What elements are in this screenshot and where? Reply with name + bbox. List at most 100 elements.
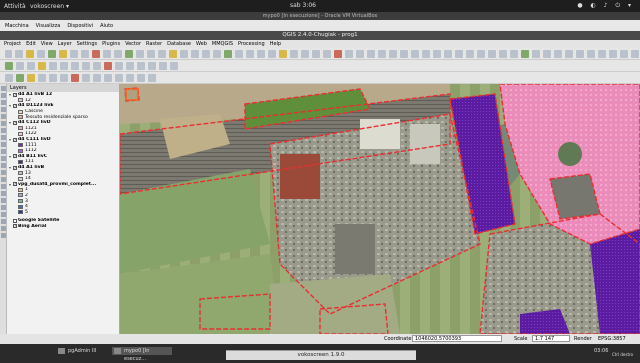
toolbar-tool-icon[interactable] <box>257 49 266 58</box>
toolbar-tool-icon[interactable] <box>630 49 639 58</box>
toolbar-tool-icon[interactable] <box>114 73 123 82</box>
toolbar-tool-icon[interactable] <box>158 49 167 58</box>
toolbar-tool-icon[interactable] <box>15 49 24 58</box>
toolbar-tool-icon[interactable] <box>81 49 90 58</box>
toolbar-tool-icon[interactable] <box>586 49 595 58</box>
toolbar-tool-icon[interactable] <box>476 49 485 58</box>
toolbar-tool-icon[interactable] <box>114 61 123 70</box>
add-layer-tool-icon[interactable] <box>1 219 6 224</box>
toolbar-tool-icon[interactable] <box>235 49 244 58</box>
toolbar-tool-icon[interactable] <box>70 49 79 58</box>
toolbar-tool-icon[interactable] <box>136 61 145 70</box>
toolbar-tool-icon[interactable] <box>136 49 145 58</box>
toolbar-tool-icon[interactable] <box>26 61 35 70</box>
toolbar-tool-icon[interactable] <box>542 49 551 58</box>
toolbar-tool-icon[interactable] <box>4 73 13 82</box>
add-layer-tool-icon[interactable] <box>1 100 6 105</box>
toolbar-tool-icon[interactable] <box>81 73 90 82</box>
toolbar-tool-icon[interactable] <box>410 49 419 58</box>
toolbar-tool-icon[interactable] <box>531 49 540 58</box>
toolbar-tool-icon[interactable] <box>37 61 46 70</box>
layer-visibility-checkbox[interactable]: ✓ <box>13 154 17 159</box>
toolbar-tool-icon[interactable] <box>388 49 397 58</box>
toolbar-tool-icon[interactable] <box>509 49 518 58</box>
toolbar-tool-icon[interactable] <box>301 49 310 58</box>
toolbar-tool-icon[interactable] <box>37 73 46 82</box>
toolbar-tool-icon[interactable] <box>345 49 353 58</box>
toolbar-tool-icon[interactable] <box>114 49 123 58</box>
toolbar-tool-icon[interactable] <box>202 49 211 58</box>
top-clock[interactable]: sab 3:06 <box>290 2 316 9</box>
layer-item[interactable]: ✓ Bing Aerial <box>7 224 119 230</box>
toolbar-tool-icon[interactable] <box>323 49 332 58</box>
layer-visibility-checkbox[interactable]: ✓ <box>13 92 17 97</box>
toolbar-tool-icon[interactable] <box>399 49 408 58</box>
add-layer-tool-icon[interactable] <box>1 107 6 112</box>
toolbar-tool-icon[interactable] <box>366 49 375 58</box>
qgis-menu-item[interactable]: MMQGIS <box>212 41 233 47</box>
toolbar-tool-icon[interactable] <box>465 49 474 58</box>
qgis-menu-item[interactable]: Plugins <box>102 41 120 47</box>
toolbar-tool-icon[interactable] <box>70 61 79 70</box>
toolbar-tool-icon[interactable] <box>224 49 233 58</box>
toolbar-tool-icon[interactable] <box>619 49 628 58</box>
coordinate-field[interactable]: 1046020,5700393 <box>412 335 502 342</box>
qgis-menu-item[interactable]: View <box>41 41 53 47</box>
toolbar-tool-icon[interactable] <box>37 49 46 58</box>
toolbar-tool-icon[interactable] <box>443 49 452 58</box>
toolbar-tool-icon[interactable] <box>498 49 507 58</box>
taskbar-item-pgadmin[interactable]: pgAdmin III <box>56 347 112 355</box>
map-canvas[interactable] <box>120 84 640 334</box>
activities-button[interactable]: Attività <box>4 3 26 10</box>
layer-visibility-checkbox[interactable]: ✓ <box>13 103 17 108</box>
toolbar-tool-icon[interactable] <box>597 49 606 58</box>
toolbar-tool-icon[interactable] <box>312 49 321 58</box>
toolbar-tool-icon[interactable] <box>103 73 112 82</box>
add-layer-tool-icon[interactable] <box>1 142 6 147</box>
add-layer-tool-icon[interactable] <box>1 233 6 238</box>
toolbar-tool-icon[interactable] <box>608 49 617 58</box>
toolbar-tool-icon[interactable] <box>136 73 145 82</box>
add-layer-tool-icon[interactable] <box>1 212 6 217</box>
qgis-menu-item[interactable]: Edit <box>26 41 36 47</box>
toolbar-tool-icon[interactable] <box>454 49 463 58</box>
toolbar-tool-icon[interactable] <box>4 61 13 70</box>
toolbar-tool-icon[interactable] <box>147 73 156 82</box>
toolbar-tool-icon[interactable] <box>421 49 430 58</box>
vbox-menu-item[interactable]: Visualizza <box>36 23 61 29</box>
toolbar-tool-icon[interactable] <box>125 49 134 58</box>
toolbar-tool-icon[interactable] <box>147 61 156 70</box>
toolbar-tool-icon[interactable] <box>356 49 364 58</box>
qgis-menu-item[interactable]: Layer <box>58 41 72 47</box>
add-layer-tool-icon[interactable] <box>1 191 6 196</box>
toolbar-tool-icon[interactable] <box>92 73 101 82</box>
add-layer-tool-icon[interactable] <box>1 198 6 203</box>
toolbar-tool-icon[interactable] <box>15 73 24 82</box>
add-layer-tool-icon[interactable] <box>1 170 6 175</box>
layer-visibility-checkbox[interactable]: ✓ <box>13 182 17 187</box>
qgis-menu-item[interactable]: Help <box>270 41 281 47</box>
toolbar-tool-icon[interactable] <box>147 49 156 58</box>
qgis-menu-item[interactable]: Vector <box>125 41 141 47</box>
toolbar-tool-icon[interactable] <box>125 73 134 82</box>
system-tray[interactable]: ● ◐ ♪ ⏻ ▾ <box>577 2 634 10</box>
toolbar-tool-icon[interactable] <box>169 61 178 70</box>
qgis-menu-item[interactable]: Web <box>196 41 207 47</box>
qgis-menu-item[interactable]: Database <box>167 41 191 47</box>
scale-combobox[interactable]: 1:7 147 <box>532 335 570 342</box>
render-checkbox[interactable]: Render <box>574 336 592 342</box>
layer-visibility-checkbox[interactable]: ✓ <box>13 120 17 125</box>
qgis-menu-item[interactable]: Settings <box>77 41 98 47</box>
add-layer-tool-icon[interactable] <box>1 177 6 182</box>
add-layer-tool-icon[interactable] <box>1 135 6 140</box>
vbox-menu-item[interactable]: Dispositivi <box>67 23 93 29</box>
toolbar-tool-icon[interactable] <box>48 61 57 70</box>
toolbar-tool-icon[interactable] <box>377 49 386 58</box>
toolbar-tool-icon[interactable] <box>180 49 189 58</box>
vbox-menu-item[interactable]: Macchina <box>5 23 29 29</box>
toolbar-tool-icon[interactable] <box>125 61 134 70</box>
toolbar-tool-icon[interactable] <box>575 49 584 58</box>
toolbar-tool-icon[interactable] <box>564 49 573 58</box>
toolbar-tool-icon[interactable] <box>48 49 57 58</box>
add-layer-tool-icon[interactable] <box>1 86 6 91</box>
